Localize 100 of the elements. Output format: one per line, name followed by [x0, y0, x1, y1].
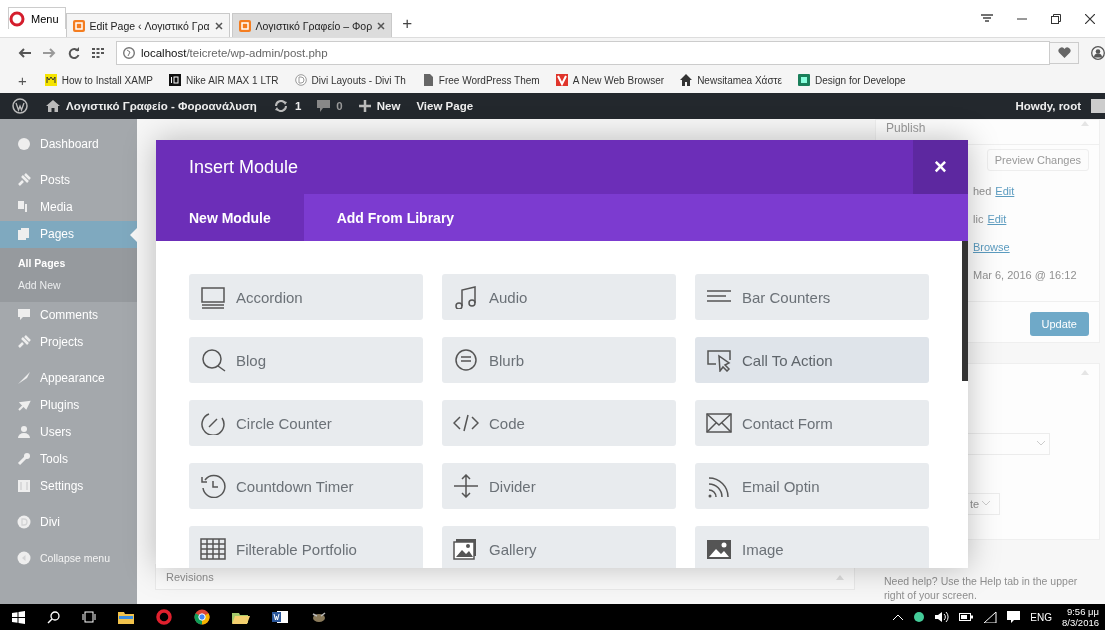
preview-changes-button[interactable]: Preview Changes — [986, 148, 1089, 171]
browser-tab[interactable]: Edit Page ‹ Λογιστικό Γρα — [65, 13, 230, 37]
sidebar-item[interactable]: Settings — [0, 472, 137, 500]
bookmark-link[interactable]: Design for Develope — [798, 74, 906, 86]
sidebar-item[interactable]: Tools — [0, 445, 137, 473]
bookmark-link[interactable]: Free WordPress Them — [421, 74, 540, 86]
sidebar-item[interactable]: Plugins — [0, 391, 137, 419]
module-button[interactable]: Blog — [189, 337, 423, 383]
module-button[interactable]: Bar Counters — [695, 274, 929, 320]
view-page-link[interactable]: View Page — [416, 99, 474, 112]
list-box-icon — [200, 285, 226, 309]
edit-link[interactable]: Edit — [987, 212, 1007, 225]
chevron-down-icon — [1037, 441, 1045, 447]
task-view-icon[interactable] — [82, 611, 96, 623]
folder-icon[interactable] — [118, 610, 134, 624]
menu-button[interactable]: Menu — [8, 7, 66, 29]
address-field[interactable]: localhost/teicrete/wp-admin/post.php — [116, 40, 1050, 65]
updates-link[interactable]: 1 — [272, 99, 302, 112]
grid-icon[interactable] — [92, 47, 104, 58]
module-button[interactable]: Email Optin — [695, 463, 929, 509]
close-icon[interactable] — [1085, 13, 1095, 24]
bookmark-link[interactable]: Nike AIR MAX 1 LTR — [168, 74, 279, 86]
speaker-icon[interactable] — [935, 611, 950, 623]
site-name-link[interactable]: Λογιστικό Γραφείο - Φοροανάλυση — [46, 99, 257, 112]
dialog-tab[interactable]: New Module — [156, 194, 304, 241]
module-button[interactable]: Accordion — [189, 274, 423, 320]
folders-icon[interactable] — [232, 610, 250, 624]
sidebar-item[interactable]: Media — [0, 193, 137, 221]
tab-menu-icon[interactable] — [981, 13, 993, 24]
module-button[interactable]: Countdown Timer — [189, 463, 423, 509]
module-button[interactable]: Gallery — [442, 526, 676, 568]
module-button[interactable]: Code — [442, 400, 676, 446]
sidebar-item[interactable]: Posts — [0, 166, 137, 194]
bookmark-link[interactable]: How to Install XAMP — [44, 74, 153, 86]
pin-icon — [17, 335, 31, 350]
page-favicon-icon — [72, 19, 85, 32]
account-icon[interactable] — [1091, 45, 1105, 60]
module-button[interactable]: Audio — [442, 274, 676, 320]
page-favicon-icon — [238, 19, 251, 32]
comments-link[interactable]: 0 — [317, 99, 343, 112]
clock[interactable]: 9:56 μμ 8/3/2016 — [1062, 606, 1099, 628]
language-indicator[interactable]: ENG — [1030, 611, 1052, 623]
sidebar-item[interactable]: Projects — [0, 328, 137, 356]
wordpress-logo-icon[interactable] — [12, 97, 28, 114]
browse-link[interactable]: Browse — [973, 240, 1010, 253]
bookmark-link[interactable]: A New Web Browser — [555, 74, 665, 86]
sidebar-item[interactable]: Dashboard — [0, 130, 137, 158]
module-button[interactable]: Blurb — [442, 337, 676, 383]
bookmark-link[interactable]: Newsitamea Χάστε — [680, 74, 782, 86]
bookmark-link[interactable]: Divi Layouts - Divi Th — [294, 74, 406, 86]
module-button[interactable]: Call To Action — [695, 337, 929, 383]
forward-arrow-icon[interactable] — [43, 47, 56, 58]
close-icon[interactable] — [214, 21, 223, 30]
browser-tab[interactable]: Λογιστικό Γραφείο – Φορ — [231, 13, 393, 37]
heart-icon — [1057, 47, 1071, 58]
sidebar-item[interactable]: Appearance — [0, 364, 137, 392]
panel-title: Publish — [886, 120, 926, 135]
close-button[interactable]: × — [913, 140, 968, 194]
windows-logo-icon[interactable] — [12, 610, 25, 624]
reload-icon[interactable] — [68, 46, 80, 59]
creature-drawing-icon[interactable] — [310, 611, 328, 623]
bookmark-favicon-icon — [44, 74, 57, 86]
opera-logo-icon[interactable] — [156, 609, 172, 625]
cursor-screen-icon — [706, 348, 732, 372]
new-tab-button[interactable]: + — [394, 14, 421, 37]
bookmark-heart-button[interactable] — [1049, 41, 1079, 64]
new-content-link[interactable]: New — [358, 99, 401, 112]
back-arrow-icon[interactable] — [18, 47, 31, 58]
restore-icon[interactable] — [1051, 13, 1061, 24]
close-icon[interactable] — [377, 21, 386, 30]
user-greeting-link[interactable]: Howdy, root — [1015, 99, 1081, 112]
submenu-item[interactable]: Add New — [0, 273, 137, 296]
music-note-icon — [453, 285, 479, 309]
add-bookmark-button[interactable]: + — [18, 71, 27, 89]
notifications-icon[interactable] — [1007, 611, 1021, 623]
tray-app-icon[interactable] — [913, 611, 926, 623]
module-button[interactable]: Filterable Portfolio — [189, 526, 423, 568]
edit-link[interactable]: Edit — [995, 184, 1015, 197]
bookmark-favicon-icon — [680, 74, 693, 86]
battery-icon[interactable] — [959, 612, 974, 622]
module-button[interactable]: Circle Counter — [189, 400, 423, 446]
module-button[interactable]: Contact Form — [695, 400, 929, 446]
module-button[interactable]: Image — [695, 526, 929, 568]
scrollbar-thumb[interactable] — [962, 241, 968, 381]
wifi-icon[interactable] — [983, 611, 998, 623]
sidebar-item[interactable]: Users — [0, 418, 137, 446]
sidebar-item[interactable]: Comments — [0, 301, 137, 329]
collapse-menu-button[interactable]: Collapse menu — [0, 544, 137, 571]
module-button[interactable]: Divider — [442, 463, 676, 509]
caret-up-icon[interactable] — [893, 614, 904, 620]
chrome-logo-icon[interactable] — [194, 609, 210, 625]
word-document-icon[interactable] — [272, 610, 288, 624]
user-avatar[interactable] — [1091, 98, 1105, 113]
dialog-tab[interactable]: Add From Library — [303, 194, 488, 241]
sidebar-item[interactable]: Divi — [0, 508, 137, 536]
submenu-item[interactable]: All Pages — [0, 251, 137, 274]
chevron-down-icon — [982, 501, 991, 507]
sidebar-item[interactable]: Pages — [0, 220, 137, 248]
search-icon[interactable] — [47, 610, 60, 624]
update-button[interactable]: Update — [1029, 311, 1089, 336]
